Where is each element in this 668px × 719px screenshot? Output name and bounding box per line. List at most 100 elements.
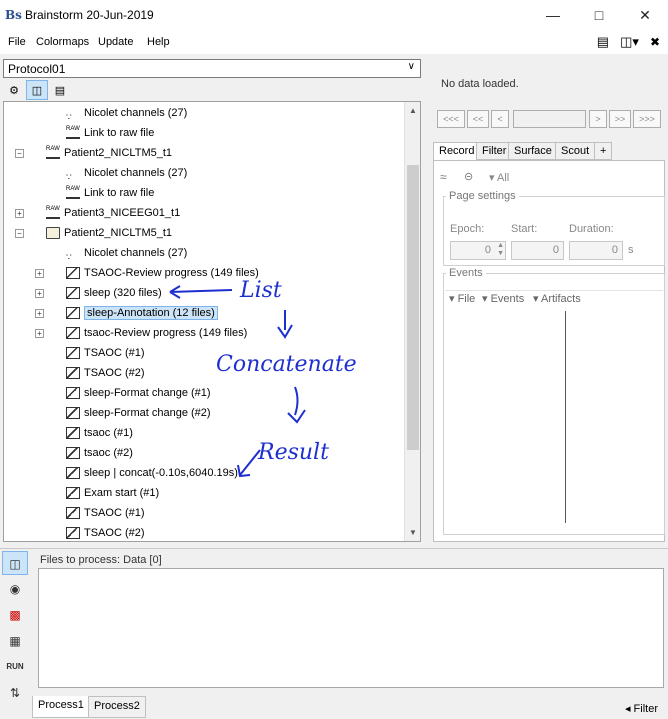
montage-icon[interactable]: ≈ bbox=[440, 170, 447, 184]
display-mode-icon[interactable]: ⊝ bbox=[464, 170, 473, 183]
tree-item-label: Nicolet channels (27) bbox=[84, 247, 188, 259]
run-button[interactable]: RUN bbox=[2, 655, 28, 679]
tree-item[interactable]: RAW Link to raw file bbox=[66, 183, 154, 203]
files-to-process-list[interactable] bbox=[38, 568, 664, 688]
nav-next-page-button[interactable]: >> bbox=[609, 110, 631, 128]
data-icon bbox=[66, 407, 80, 420]
tab-process1[interactable]: Process1 bbox=[32, 696, 90, 718]
raw-link-icon: RAW bbox=[66, 126, 80, 140]
tree-item-label: TSAOC (#1) bbox=[84, 507, 145, 519]
layout-icon[interactable]: ◫▾ bbox=[620, 34, 639, 49]
nav-prev-button[interactable]: < bbox=[491, 110, 509, 128]
events-artifacts-label: Artifacts bbox=[540, 293, 581, 305]
tree-item[interactable]: TSAOC (#1) bbox=[66, 343, 145, 363]
process-timefreq-icon[interactable]: ▩ bbox=[2, 603, 28, 627]
events-file-menu[interactable]: ▾ File bbox=[449, 292, 475, 305]
scroll-up-icon[interactable]: ▲ bbox=[405, 104, 420, 118]
tab-record[interactable]: Record bbox=[433, 142, 481, 161]
expand-icon[interactable]: + bbox=[35, 309, 44, 318]
tree-item[interactable]: ∵ Nicolet channels (27) bbox=[66, 243, 187, 263]
annotation-list: List bbox=[240, 278, 282, 303]
data-list-icon bbox=[66, 287, 80, 300]
brainstorm-logo-icon: Bs bbox=[5, 8, 22, 22]
events-events-menu[interactable]: ▾ Events bbox=[482, 292, 524, 305]
arrow-to-list bbox=[169, 285, 233, 299]
expand-icon[interactable]: + bbox=[35, 329, 44, 338]
page-settings-title: Page settings bbox=[446, 190, 519, 202]
tree-item[interactable]: TSAOC (#2) bbox=[66, 523, 145, 541]
view-anatomy-icon[interactable]: ⚙ bbox=[3, 81, 25, 101]
tree-item[interactable]: RAW Link to raw file bbox=[66, 123, 154, 143]
preferences-icon[interactable]: ▤ bbox=[597, 34, 609, 49]
start-field[interactable]: 0 bbox=[511, 241, 564, 260]
tree-item[interactable]: ∵ Nicolet channels (27) bbox=[66, 103, 187, 123]
expand-icon[interactable]: + bbox=[15, 209, 24, 218]
menu-update[interactable]: Update bbox=[98, 36, 133, 48]
maximize-icon[interactable]: □ bbox=[576, 0, 622, 30]
arrow-to-concat-file bbox=[237, 449, 261, 478]
nav-last-button[interactable]: >>> bbox=[633, 110, 661, 128]
expand-icon[interactable]: + bbox=[35, 289, 44, 298]
explorer-view-tabs: ⚙ ◫ ▤ bbox=[3, 80, 72, 100]
tab-process2[interactable]: Process2 bbox=[88, 696, 146, 718]
chevron-down-icon: ∨ bbox=[407, 61, 415, 72]
events-group: Events ▾ File ▾ Events ▾ Artifacts bbox=[443, 267, 665, 535]
menu-help[interactable]: Help bbox=[147, 36, 170, 48]
epoch-spinner[interactable]: 0 ▲ ▼ bbox=[450, 241, 506, 260]
tab-scout[interactable]: Scout bbox=[555, 142, 596, 160]
tab-surface[interactable]: Surface bbox=[508, 142, 558, 160]
time-input[interactable] bbox=[513, 110, 586, 128]
tree-item[interactable]: TSAOC (#1) bbox=[66, 503, 145, 523]
process-matrix-icon[interactable]: ▦ bbox=[2, 629, 28, 653]
tab-filter[interactable]: Filter bbox=[476, 142, 513, 160]
process-data-icon[interactable]: ◫ bbox=[2, 551, 28, 575]
view-subjects-icon[interactable]: ▤ bbox=[49, 81, 71, 101]
close-panel-icon[interactable]: ✖ bbox=[650, 35, 660, 49]
tree-item[interactable]: tsaoc (#1) bbox=[66, 423, 133, 443]
data-icon bbox=[66, 527, 80, 540]
montage-selector[interactable]: ▾ All bbox=[489, 171, 509, 184]
nav-prev-page-button[interactable]: << bbox=[467, 110, 489, 128]
data-icon bbox=[66, 507, 80, 520]
duration-unit: s bbox=[628, 244, 634, 256]
scroll-down-icon[interactable]: ▼ bbox=[405, 526, 420, 540]
tree-item[interactable]: ∵ Nicolet channels (27) bbox=[66, 163, 187, 183]
minimize-icon[interactable]: — bbox=[530, 0, 576, 30]
menu-file[interactable]: File bbox=[8, 36, 26, 48]
process-sidebar: ◫ ◉ ▩ ▦ RUN ⇅ bbox=[2, 551, 31, 707]
view-functional-data-icon[interactable]: ◫ bbox=[26, 80, 48, 100]
window-title: Brainstorm 20-Jun-2019 bbox=[25, 8, 154, 22]
events-artifacts-menu[interactable]: ▾ Artifacts bbox=[533, 292, 581, 305]
raw-folder-icon: RAW bbox=[46, 146, 60, 160]
close-icon[interactable]: ✕ bbox=[622, 0, 668, 30]
tree-item-label: TSAOC (#2) bbox=[84, 527, 145, 539]
channel-icon: ∵ bbox=[66, 112, 72, 123]
spinner-arrows-icon[interactable]: ▲ ▼ bbox=[497, 242, 504, 258]
expand-icon[interactable]: + bbox=[35, 269, 44, 278]
tree-item-label: Nicolet channels (27) bbox=[84, 167, 188, 179]
tree-item[interactable]: tsaoc (#2) bbox=[66, 443, 133, 463]
channel-icon: ∵ bbox=[66, 252, 72, 263]
tree-item-label: Patient2_NICLTM5_t1 bbox=[64, 227, 173, 239]
tree-item[interactable]: RAW Patient2_NICLTM5_t1 bbox=[46, 143, 172, 163]
raw-link-icon: RAW bbox=[66, 186, 80, 200]
process-sources-icon[interactable]: ◉ bbox=[2, 577, 28, 601]
tab-add[interactable]: + bbox=[594, 142, 613, 160]
duration-field[interactable]: 0 bbox=[569, 241, 623, 260]
tree-item[interactable]: Patient2_NICLTM5_t1 bbox=[46, 223, 172, 243]
tree-item[interactable]: Exam start (#1) bbox=[66, 483, 159, 503]
collapse-icon[interactable]: − bbox=[15, 229, 24, 238]
tree-item-label: TSAOC (#2) bbox=[84, 367, 145, 379]
nav-next-button[interactable]: > bbox=[589, 110, 607, 128]
filter-button[interactable]: ◂ Filter bbox=[625, 702, 658, 715]
protocol-dropdown[interactable]: Protocol01 ∨ bbox=[3, 59, 421, 78]
events-divider bbox=[565, 311, 566, 523]
menu-colormaps[interactable]: Colormaps bbox=[36, 36, 89, 48]
nav-first-button[interactable]: <<< bbox=[437, 110, 465, 128]
tree-item[interactable]: RAW Patient3_NICEEG01_t1 bbox=[46, 203, 180, 223]
pipeline-icon[interactable]: ⇅ bbox=[2, 681, 28, 705]
tree-item[interactable]: sleep (320 files) bbox=[66, 283, 162, 303]
tree-item[interactable]: TSAOC (#2) bbox=[66, 363, 145, 383]
collapse-icon[interactable]: − bbox=[15, 149, 24, 158]
filter-label: Filter bbox=[633, 703, 658, 715]
